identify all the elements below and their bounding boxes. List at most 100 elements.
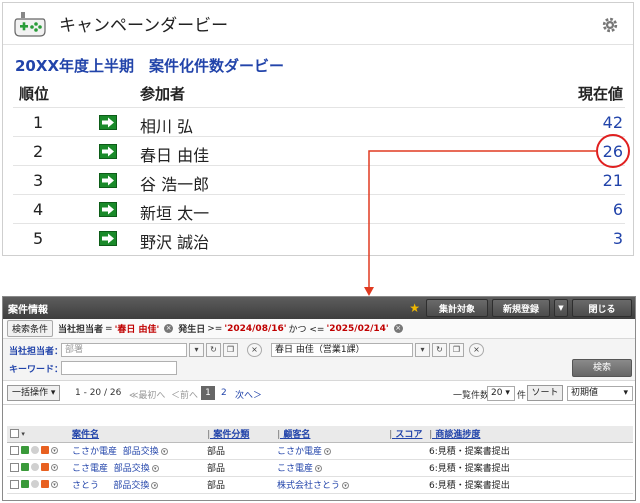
search-area: 当社担当者： 部署 ▾ ↻ ❐ × 春日 由佳（営業1課） ▾ ↻ ❐ × キー…: [3, 339, 635, 381]
progress-cell: 6:見積・提案書提出: [426, 476, 633, 494]
keyword-input[interactable]: [61, 361, 177, 375]
chevron-down-icon[interactable]: ▾: [160, 448, 168, 455]
derby-row: 2 春日 由佳 26: [13, 136, 625, 165]
aggregate-button[interactable]: 集計対象: [426, 299, 488, 317]
case-name-link[interactable]: こさか電産: [72, 447, 117, 457]
refresh-icon[interactable]: ↻: [432, 343, 447, 357]
copy-icon[interactable]: ❐: [223, 343, 238, 357]
current-value-link[interactable]: 42: [603, 113, 623, 132]
category-cell: 部品: [204, 476, 274, 494]
owner-input[interactable]: 春日 由佳（営業1課）: [271, 343, 413, 357]
edit-icon[interactable]: [21, 480, 29, 488]
current-value-link[interactable]: 6: [613, 200, 623, 219]
search-button[interactable]: 検索: [572, 359, 632, 377]
department-input[interactable]: 部署: [61, 343, 187, 357]
chevron-down-icon[interactable]: ▾: [324, 448, 332, 455]
case-info-title: 案件情報: [8, 304, 48, 316]
copy-icon[interactable]: ❐: [449, 343, 464, 357]
progress-cell: 6:見積・提案書提出: [426, 442, 633, 460]
current-value-link[interactable]: 21: [603, 171, 623, 190]
case-name-cell[interactable]: こさ電産 部品交換 ▾: [69, 459, 204, 477]
case-name-link[interactable]: 部品交換: [114, 464, 150, 474]
customer-cell[interactable]: こさ電産 ▾: [274, 459, 386, 477]
category-cell: 部品: [204, 459, 274, 477]
sort-button[interactable]: ソート: [527, 385, 563, 401]
remove-condition-icon[interactable]: ×: [164, 324, 174, 333]
case-name-link[interactable]: 部品交換: [113, 481, 149, 491]
per-page-value: 20: [491, 388, 503, 398]
table-row: ▾ さとう 部品交換 ▾ 部品 株式会社さとう ▾ 6:見積・提案書提出: [7, 476, 633, 494]
sort-value: 初期値: [571, 388, 599, 398]
table-row: ▾ こさか電産 部品交換 ▾ 部品 こさか電産 ▾ 6:見積・提案書提出: [7, 442, 633, 460]
menu-icon[interactable]: [31, 463, 39, 471]
remove-condition-icon[interactable]: ×: [393, 324, 403, 333]
clear-icon[interactable]: ×: [247, 343, 262, 357]
close-button[interactable]: 閉じる: [572, 299, 632, 317]
case-name-link[interactable]: 部品交換: [123, 447, 159, 457]
bulk-action-button[interactable]: 一括操作 ▾: [7, 385, 61, 401]
page-2-link[interactable]: 2: [221, 388, 227, 398]
clear-icon[interactable]: ×: [469, 343, 484, 357]
per-page-label: 一覧件数: [453, 391, 490, 401]
customer-link[interactable]: こさ電産: [277, 464, 313, 474]
chevron-down-icon[interactable]: ▾: [315, 465, 323, 472]
case-name-link[interactable]: こさ電産: [72, 464, 108, 474]
row-checkbox[interactable]: [10, 445, 19, 455]
row-checkbox[interactable]: [10, 462, 19, 472]
row-checkbox[interactable]: [10, 479, 19, 489]
edit-icon[interactable]: [21, 446, 29, 454]
arrow-right-icon: [99, 231, 117, 246]
col-customer[interactable]: | 顧客名: [274, 426, 386, 443]
cond-op: >=: [207, 323, 223, 334]
rank-header: 順位: [19, 85, 50, 103]
derby-subtitle[interactable]: 20XX年度上半期 案件化件数ダービー: [15, 55, 284, 76]
current-value-link[interactable]: 3: [613, 229, 623, 248]
case-name-cell[interactable]: こさか電産 部品交換 ▾: [69, 442, 204, 460]
col-case-name[interactable]: 案件名: [69, 426, 204, 443]
customer-link[interactable]: 株式会社さとう: [277, 481, 340, 491]
dropdown-icon[interactable]: ▾: [189, 343, 204, 357]
col-progress[interactable]: | 商談進捗度: [426, 426, 633, 443]
select-all-checkbox[interactable]: [10, 428, 19, 438]
gear-icon[interactable]: [601, 16, 619, 34]
per-page-unit: 件: [517, 391, 527, 401]
customer-cell[interactable]: こさか電産 ▾: [274, 442, 386, 460]
cond-value: '2024/08/16': [224, 323, 287, 334]
per-page-select[interactable]: 20 ▾: [487, 386, 515, 401]
rank: 1: [33, 113, 44, 132]
edit-icon[interactable]: [21, 463, 29, 471]
refresh-icon[interactable]: ↻: [206, 343, 221, 357]
menu-icon[interactable]: [31, 480, 39, 488]
campaign-derby-panel: キャンペーンダービー 20XX年度上半期 案件化件数ダービー 順位 参加者 現在…: [2, 2, 634, 256]
chevron-down-icon[interactable]: ▾: [151, 482, 159, 489]
case-name-cell[interactable]: さとう 部品交換 ▾: [69, 476, 204, 494]
participant-header: 参加者: [140, 85, 186, 103]
sort-select[interactable]: 初期値 ▾: [567, 386, 633, 401]
case-info-panel: 案件情報 ★ 集計対象 新規登録 ▼ 閉じる 検索条件 当社担当者 = '春日 …: [2, 296, 636, 501]
col-category[interactable]: | 案件分類: [204, 426, 274, 443]
customer-cell[interactable]: 株式会社さとう ▾: [274, 476, 386, 494]
chevron-down-icon[interactable]: ▾: [151, 465, 159, 472]
score-cell: [386, 476, 426, 494]
highlight-circle: [596, 134, 630, 168]
menu-icon[interactable]: [31, 446, 39, 454]
col-score-label: スコア: [395, 430, 423, 441]
arrow-right-icon: [99, 144, 117, 159]
chevron-down-icon[interactable]: ▾: [51, 446, 58, 454]
chevron-down-icon[interactable]: ▾: [51, 463, 58, 471]
new-register-button[interactable]: 新規登録: [492, 299, 550, 317]
new-register-dropdown[interactable]: ▼: [554, 299, 568, 317]
select-all-header[interactable]: ▾: [7, 426, 69, 443]
star-icon[interactable]: ★: [409, 301, 420, 315]
col-score[interactable]: | スコア: [386, 426, 426, 443]
search-conditions-button[interactable]: 検索条件: [7, 320, 54, 337]
pager-bar: 一括操作 ▾ 1 - 20 / 26 ≪最初へ ＜前へ 1 2 次へ＞ 一覧件数…: [3, 381, 635, 405]
customer-link[interactable]: こさか電産: [277, 447, 322, 457]
owner-label: 当社担当者：: [9, 347, 64, 357]
chevron-down-icon[interactable]: ▾: [51, 480, 58, 488]
next-page-link[interactable]: 次へ＞: [235, 388, 262, 401]
case-name-link[interactable]: さとう: [72, 481, 99, 491]
chevron-down-icon[interactable]: ▾: [342, 482, 350, 489]
case-info-header: 案件情報 ★ 集計対象 新規登録 ▼ 閉じる: [3, 297, 635, 319]
dropdown-icon[interactable]: ▾: [415, 343, 430, 357]
